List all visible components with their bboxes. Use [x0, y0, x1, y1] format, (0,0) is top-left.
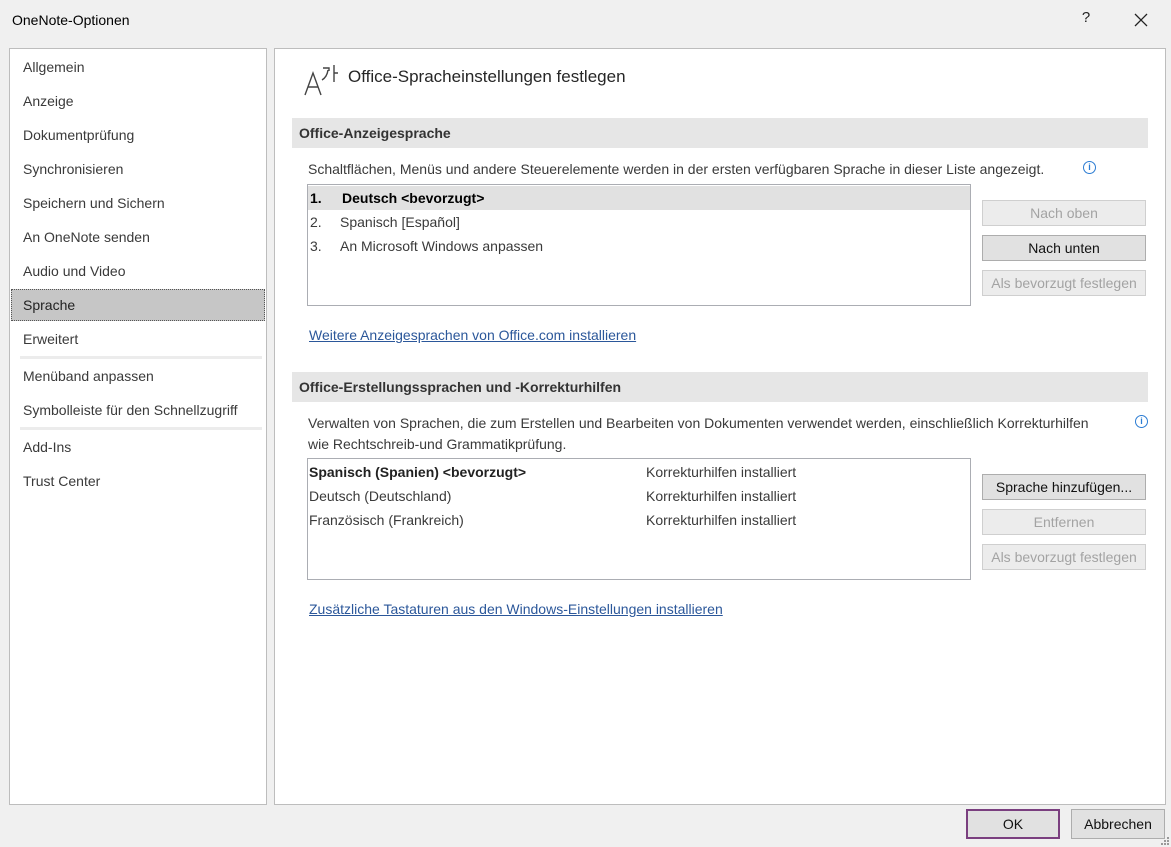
language-icon — [304, 65, 338, 96]
proofing-status: Korrekturhilfen installiert — [646, 488, 797, 504]
add-language-button[interactable]: Sprache hinzufügen... — [982, 474, 1146, 500]
sidebar-divider — [20, 356, 262, 359]
sidebar-item-menueband[interactable]: Menüband anpassen — [10, 361, 266, 391]
install-keyboards-link[interactable]: Zusätzliche Tastaturen aus den Windows-E… — [309, 601, 723, 617]
close-button[interactable] — [1130, 7, 1152, 33]
sidebar-item-label: Sprache — [23, 297, 76, 313]
sidebar-item-dokumentpruefung[interactable]: Dokumentprüfung — [10, 120, 266, 150]
main-panel: Office-Spracheinstellungen festlegen Off… — [274, 48, 1166, 805]
language-name: Spanisch (Spanien) <bevorzugt> — [309, 464, 527, 480]
sidebar-item-speichern[interactable]: Speichern und Sichern — [10, 188, 266, 218]
language-name: Deutsch (Deutschland) — [309, 488, 452, 504]
list-item[interactable]: 1. Deutsch <bevorzugt> — [308, 186, 970, 210]
sidebar-item-erweitert[interactable]: Erweitert — [10, 324, 266, 354]
sidebar-item-synchronisieren[interactable]: Synchronisieren — [10, 154, 266, 184]
sidebar-item-schnellzugriff[interactable]: Symbolleiste für den Schnellzugriff — [10, 395, 266, 425]
sidebar-item-anzeige[interactable]: Anzeige — [10, 86, 266, 116]
list-item-number: 2. — [310, 214, 322, 230]
sidebar-item-label: Audio und Video — [23, 263, 126, 279]
close-icon — [1134, 13, 1148, 27]
help-button[interactable]: ? — [1077, 9, 1095, 31]
table-row[interactable]: Spanisch (Spanien) <bevorzugt> Korrektur… — [308, 460, 970, 484]
remove-language-button[interactable]: Entfernen — [982, 509, 1146, 535]
list-item-number: 3. — [310, 238, 322, 254]
move-down-button[interactable]: Nach unten — [982, 235, 1146, 261]
page-title: Office-Spracheinstellungen festlegen — [348, 67, 626, 86]
sidebar-item-label: Menüband anpassen — [23, 368, 154, 384]
sidebar-item-label: Add-Ins — [23, 439, 72, 455]
sidebar-item-label: Dokumentprüfung — [23, 127, 135, 143]
sidebar-item-add-ins[interactable]: Add-Ins — [10, 432, 266, 462]
resize-grip-icon[interactable] — [1160, 836, 1170, 846]
sidebar-item-label: Synchronisieren — [23, 161, 124, 177]
info-icon[interactable]: i — [1135, 415, 1148, 428]
section-title: Office-Erstellungssprachen und -Korrektu… — [299, 379, 622, 395]
sidebar-item-label: An OneNote senden — [23, 229, 150, 245]
authoring-description-line1: Verwalten von Sprachen, die zum Erstelle… — [308, 415, 1089, 431]
sidebar-item-label: Symbolleiste für den Schnellzugriff — [23, 402, 238, 418]
table-row[interactable]: Deutsch (Deutschland) Korrekturhilfen in… — [308, 484, 970, 508]
list-item-label: Spanisch [Español] — [340, 214, 460, 230]
section-title: Office-Anzeigesprache — [299, 125, 451, 141]
list-item[interactable]: 2. Spanisch [Español] — [308, 210, 970, 234]
list-item[interactable]: 3. An Microsoft Windows anpassen — [308, 234, 970, 258]
display-language-description: Schaltflächen, Menüs und andere Steuerel… — [308, 161, 1045, 177]
sidebar: Allgemein Anzeige Dokumentprüfung Synchr… — [9, 48, 267, 805]
section-header-display-language: Office-Anzeigesprache — [292, 118, 1148, 148]
title-bar: OneNote-Optionen ? — [0, 0, 1171, 40]
install-display-languages-link[interactable]: Weitere Anzeigesprachen von Office.com i… — [309, 327, 636, 343]
sidebar-item-label: Speichern und Sichern — [23, 195, 165, 211]
sidebar-item-audio-video[interactable]: Audio und Video — [10, 256, 266, 286]
list-item-number: 1. — [310, 190, 322, 206]
sidebar-item-label: Allgemein — [23, 59, 85, 75]
list-item-label: Deutsch <bevorzugt> — [342, 190, 485, 206]
section-header-authoring-languages: Office-Erstellungssprachen und -Korrektu… — [292, 372, 1148, 402]
authoring-description-line2: wie Rechtschreib-und Grammatikprüfung. — [308, 436, 567, 452]
list-item-label: An Microsoft Windows anpassen — [340, 238, 544, 254]
display-language-list[interactable]: 1. Deutsch <bevorzugt> 2. Spanisch [Espa… — [307, 184, 971, 306]
language-name: Französisch (Frankreich) — [309, 512, 464, 528]
proofing-status: Korrekturhilfen installiert — [646, 464, 797, 480]
set-preferred-authoring-button[interactable]: Als bevorzugt festlegen — [982, 544, 1146, 570]
info-icon[interactable]: i — [1083, 161, 1096, 174]
sidebar-item-trust-center[interactable]: Trust Center — [10, 466, 266, 496]
sidebar-item-label: Erweitert — [23, 331, 79, 347]
ok-button[interactable]: OK — [966, 809, 1060, 839]
set-preferred-display-button[interactable]: Als bevorzugt festlegen — [982, 270, 1146, 296]
sidebar-item-an-onenote-senden[interactable]: An OneNote senden — [10, 222, 266, 252]
sidebar-item-label: Anzeige — [23, 93, 74, 109]
sidebar-item-sprache[interactable]: Sprache — [11, 289, 265, 321]
sidebar-item-allgemein[interactable]: Allgemein — [10, 52, 266, 82]
cancel-button[interactable]: Abbrechen — [1071, 809, 1165, 839]
move-up-button[interactable]: Nach oben — [982, 200, 1146, 226]
sidebar-divider — [20, 427, 262, 430]
authoring-language-list[interactable]: Spanisch (Spanien) <bevorzugt> Korrektur… — [307, 458, 971, 580]
table-row[interactable]: Französisch (Frankreich) Korrekturhilfen… — [308, 508, 970, 532]
window-title: OneNote-Optionen — [12, 12, 130, 28]
sidebar-item-label: Trust Center — [23, 473, 101, 489]
proofing-status: Korrekturhilfen installiert — [646, 512, 797, 528]
